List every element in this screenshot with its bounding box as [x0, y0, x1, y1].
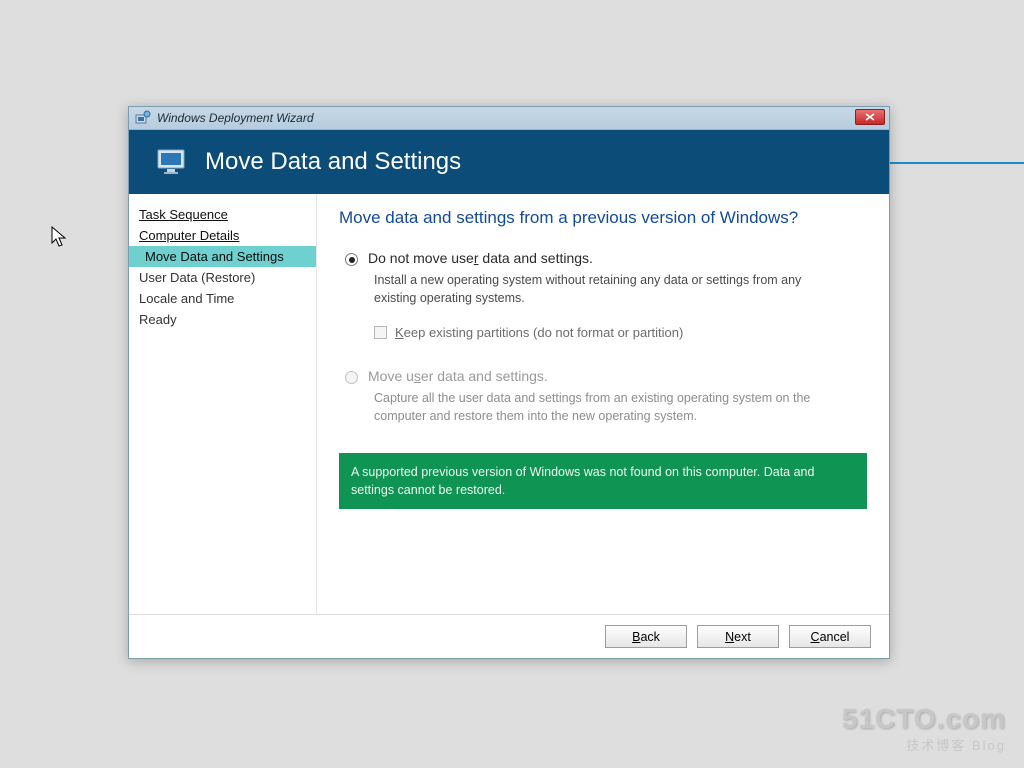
window-title: Windows Deployment Wizard [157, 111, 314, 125]
watermark-line2: 技术博客 Blog [842, 735, 1006, 754]
sidebar-item-computer-details[interactable]: Computer Details [129, 225, 316, 246]
checkbox-keep-partitions[interactable] [374, 326, 387, 339]
option-move: Move user data and settings. [345, 368, 867, 384]
wizard-content: Task Sequence Computer Details Move Data… [129, 194, 889, 614]
status-message: A supported previous version of Windows … [339, 453, 867, 509]
wizard-main: Move data and settings from a previous v… [317, 194, 889, 614]
cursor-icon [51, 226, 67, 248]
watermark: 51CTO.com 技术博客 Blog [842, 703, 1006, 754]
wizard-footer: Back Next Cancel [129, 614, 889, 658]
checkbox-keep-partitions-label: Keep existing partitions (do not format … [395, 325, 683, 340]
close-button[interactable] [855, 109, 885, 125]
option-do-not-move[interactable]: Do not move user data and settings. [345, 250, 867, 266]
next-button[interactable]: Next [697, 625, 779, 648]
titlebar[interactable]: Windows Deployment Wizard [129, 107, 889, 130]
page-divider [890, 162, 1024, 164]
checkbox-keep-partitions-row[interactable]: Keep existing partitions (do not format … [374, 325, 867, 340]
app-icon [135, 110, 151, 126]
cancel-button[interactable]: Cancel [789, 625, 871, 648]
radio-label-move: Move user data and settings. [368, 368, 548, 384]
radio-label-do-not-move: Do not move user data and settings. [368, 250, 593, 266]
sidebar-item-ready: Ready [129, 309, 316, 330]
sidebar-item-locale-time: Locale and Time [129, 288, 316, 309]
back-button[interactable]: Back [605, 625, 687, 648]
page-heading: Move data and settings from a previous v… [339, 208, 867, 228]
wizard-banner: Move Data and Settings [129, 130, 889, 194]
option-move-desc: Capture all the user data and settings f… [374, 390, 844, 425]
radio-group-move-settings: Do not move user data and settings. Inst… [345, 250, 867, 425]
sidebar-item-user-data-restore: User Data (Restore) [129, 267, 316, 288]
option-do-not-move-desc: Install a new operating system without r… [374, 272, 844, 307]
sidebar-item-task-sequence[interactable]: Task Sequence [129, 204, 316, 225]
radio-move [345, 371, 358, 384]
monitor-icon [155, 144, 191, 180]
wizard-sidebar: Task Sequence Computer Details Move Data… [129, 194, 317, 614]
wizard-window: Windows Deployment Wizard Move Data and … [128, 106, 890, 659]
radio-do-not-move[interactable] [345, 253, 358, 266]
sidebar-item-move-data[interactable]: Move Data and Settings [129, 246, 316, 267]
banner-heading: Move Data and Settings [205, 148, 461, 176]
watermark-line1: 51CTO.com [842, 703, 1006, 735]
